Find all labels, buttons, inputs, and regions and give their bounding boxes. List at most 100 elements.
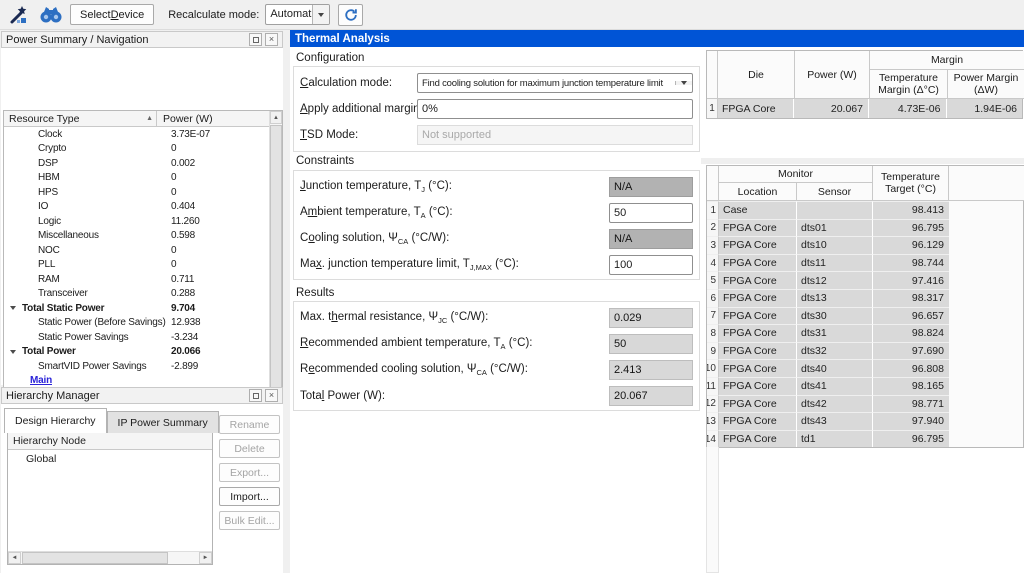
float-panel-icon[interactable] <box>249 389 262 402</box>
scrollbar-thumb[interactable] <box>270 125 282 398</box>
row-number-cell: 4 <box>707 254 719 272</box>
scroll-up-icon[interactable]: ▲ <box>270 111 282 124</box>
close-panel-icon[interactable]: × <box>265 33 278 46</box>
sort-ascending-icon: ▲ <box>146 115 153 122</box>
temperature-target-cell: 98.824 <box>873 324 949 342</box>
import-button[interactable]: Import... <box>219 487 280 506</box>
tab-ip-power-summary[interactable]: IP Power Summary <box>107 411 219 433</box>
scrollbar-thumb[interactable] <box>22 552 168 564</box>
table-row[interactable]: 8FPGA Coredts3198.824 <box>707 324 1023 342</box>
power-summary-row[interactable]: Miscellaneous0.598 <box>4 229 269 244</box>
table-row[interactable]: 2FPGA Coredts0196.795 <box>707 219 1023 237</box>
power-summary-row[interactable]: Transceiver0.288 <box>4 287 269 302</box>
table-row[interactable]: 13FPGA Coredts4397.940 <box>707 412 1023 430</box>
sensor-cell <box>797 201 873 219</box>
calculation-mode-combobox[interactable]: Find cooling solution for maximum juncti… <box>417 73 693 93</box>
ambient-temperature-input[interactable] <box>609 203 693 223</box>
power-summary-row[interactable]: Static Power (Before Savings)12.938 <box>4 316 269 331</box>
expander-icon[interactable] <box>10 306 16 310</box>
table-row[interactable]: 6FPGA Coredts1398.317 <box>707 289 1023 307</box>
corner-header-cell <box>707 166 719 201</box>
temperature-target-cell: 96.657 <box>873 307 949 325</box>
row-label-cell: Static Power Savings <box>4 332 168 343</box>
binoculars-icon[interactable] <box>38 3 64 27</box>
table-row[interactable]: 10FPGA Coredts4096.808 <box>707 359 1023 377</box>
power-summary-row[interactable]: SmartVID Power Savings-2.899 <box>4 359 269 374</box>
tree-item[interactable]: Global <box>8 450 212 467</box>
table-row[interactable]: 1FPGA Core20.0674.73E-061.94E-06 <box>707 99 1022 118</box>
power-summary-row[interactable]: NOC0 <box>4 243 269 258</box>
tsd-mode-field: Not supported <box>417 125 693 145</box>
recommended-ambient-temperature-field: 50 <box>609 334 693 354</box>
float-panel-icon[interactable] <box>249 33 262 46</box>
horizontal-scrollbar[interactable]: ◄ ► <box>8 551 212 564</box>
sensor-column-header: Sensor <box>797 183 873 201</box>
table-row[interactable]: 9FPGA Coredts3297.690 <box>707 342 1023 360</box>
cooling-solution-label: Cooling solution, ΨCA (°C/W): <box>300 232 609 246</box>
power-summary-row[interactable]: Clock3.73E-07 <box>4 127 269 142</box>
power-summary-row[interactable]: HBM0 <box>4 171 269 186</box>
wand-icon[interactable] <box>6 3 32 27</box>
power-summary-row[interactable]: PLL0 <box>4 258 269 273</box>
location-cell: Case <box>719 201 797 219</box>
row-number-cell: 10 <box>707 359 719 377</box>
power-column-header[interactable]: Power (W) <box>157 111 269 126</box>
power-summary-row[interactable]: HPS0 <box>4 185 269 200</box>
configuration-heading: Configuration <box>296 52 364 64</box>
recalculate-mode-combobox[interactable]: Automatic <box>265 4 330 25</box>
apply-additional-margin-input[interactable] <box>417 99 693 119</box>
temperature-target-cell: 98.771 <box>873 395 949 413</box>
row-label-cell: HPS <box>4 187 168 198</box>
row-label-cell: SmartVID Power Savings <box>4 361 168 372</box>
panel-divider <box>701 158 1024 164</box>
power-summary-row[interactable]: Crypto0 <box>4 142 269 157</box>
row-value: 3.73E-07 <box>168 129 269 140</box>
power-summary-row[interactable]: RAM0.711 <box>4 272 269 287</box>
calculation-mode-value: Find cooling solution for maximum juncti… <box>418 78 675 89</box>
power-summary-row[interactable]: Main <box>4 374 269 389</box>
power-summary-row[interactable]: Total Static Power9.704 <box>4 301 269 316</box>
sensor-cell: dts42 <box>797 395 873 413</box>
row-label-cell: Static Power (Before Savings) <box>4 317 168 328</box>
table-row[interactable]: 4FPGA Coredts1198.744 <box>707 254 1023 272</box>
table-row[interactable]: 1Case98.413 <box>707 201 1023 219</box>
expander-icon[interactable] <box>10 350 16 354</box>
table-row[interactable]: 5FPGA Coredts1297.416 <box>707 271 1023 289</box>
power-summary-row[interactable]: Logic11.260 <box>4 214 269 229</box>
power-summary-row[interactable]: Static Power Savings-3.234 <box>4 330 269 345</box>
resource-type-column-header[interactable]: Resource Type ▲ <box>4 111 157 126</box>
row-number-cell: 12 <box>707 395 719 413</box>
hierarchy-manager-panel-title: Hierarchy Manager <box>6 390 246 402</box>
row-number-cell: 13 <box>707 412 719 430</box>
row-value: 0.002 <box>168 158 269 169</box>
results-group: Max. thermal resistance, ΨJC (°C/W):0.02… <box>293 301 700 411</box>
vertical-scrollbar[interactable]: ▲ ▼ <box>269 111 282 417</box>
table-row[interactable]: 12FPGA Coredts4298.771 <box>707 395 1023 413</box>
junction-temperature-field: N/A <box>609 177 693 197</box>
apply-additional-margin-label: Apply additional margin: <box>300 103 417 115</box>
select-device-button[interactable]: Select Device <box>70 4 154 25</box>
nav-link[interactable]: Main <box>30 375 52 386</box>
row-number-cell: 9 <box>707 342 719 360</box>
sensor-cell: dts01 <box>797 219 873 237</box>
table-row[interactable]: 7FPGA Coredts3096.657 <box>707 307 1023 325</box>
rename-button: Rename <box>219 415 280 434</box>
refresh-button[interactable] <box>338 4 363 26</box>
tab-design-hierarchy[interactable]: Design Hierarchy <box>4 408 107 433</box>
table-row[interactable]: 14FPGA Coretd196.795 <box>707 430 1023 448</box>
temperature-target-cell: 96.795 <box>873 430 949 448</box>
scroll-right-icon[interactable]: ► <box>199 552 212 564</box>
recommended-ambient-temperature-row: Recommended ambient temperature, TA (°C)… <box>300 334 693 354</box>
close-panel-icon[interactable]: × <box>265 389 278 402</box>
max-junction-temperature-limit-input[interactable] <box>609 255 693 275</box>
scroll-left-icon[interactable]: ◄ <box>8 552 21 564</box>
power-summary-row[interactable]: DSP0.002 <box>4 156 269 171</box>
row-number-cell: 8 <box>707 324 719 342</box>
table-row[interactable]: 11FPGA Coredts4198.165 <box>707 377 1023 395</box>
power-summary-row[interactable]: IO0.404 <box>4 200 269 215</box>
power-summary-panel: Resource Type ▲ Power (W) Clock3.73E-07C… <box>1 48 283 385</box>
chevron-down-icon <box>312 5 329 24</box>
power-summary-row[interactable]: Total Power20.066 <box>4 345 269 360</box>
row-number-cell: 1 <box>707 201 719 219</box>
table-row[interactable]: 3FPGA Coredts1096.129 <box>707 236 1023 254</box>
